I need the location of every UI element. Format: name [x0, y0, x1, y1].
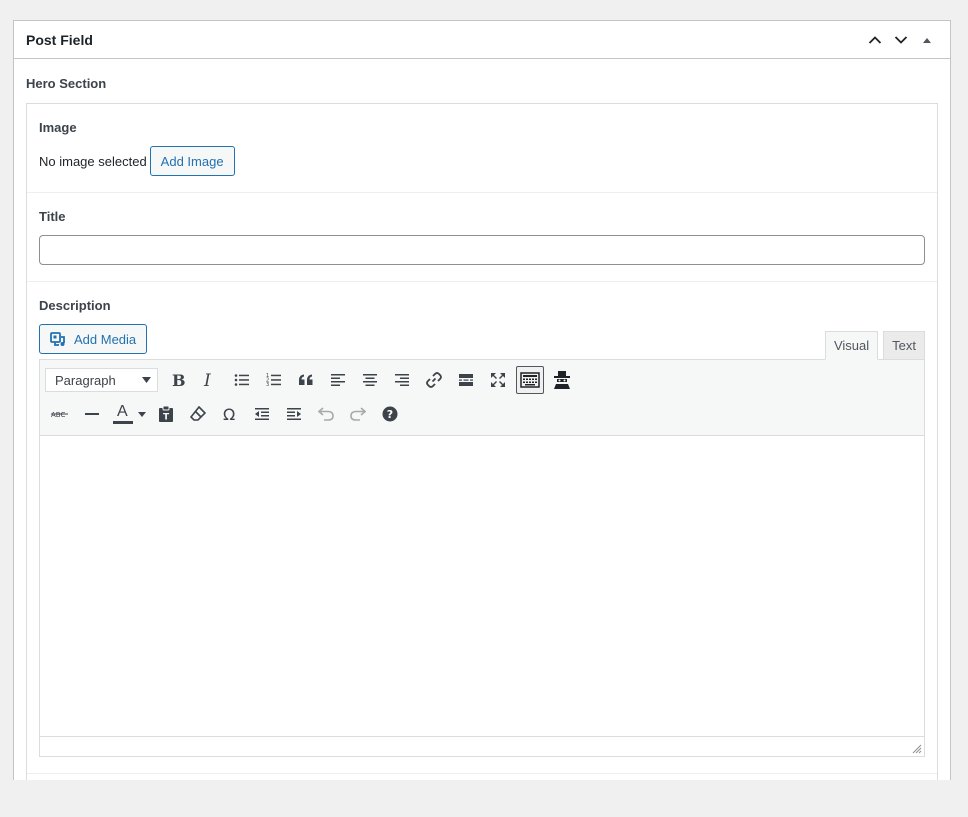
align-right-button[interactable] [388, 366, 416, 394]
fullscreen-button[interactable] [484, 366, 512, 394]
editor-content-area[interactable] [40, 436, 924, 736]
editor-container: Paragraph B I 1 2 3 ABC A T Ω ? [39, 359, 925, 757]
text-color-control[interactable]: A [110, 400, 148, 428]
numbered-list-icon: 123 [266, 373, 281, 387]
italic-icon: I [203, 372, 211, 388]
bold-button[interactable]: B [164, 366, 192, 394]
bullet-list-button[interactable] [228, 366, 256, 394]
toolbar-toggle-button[interactable] [516, 366, 544, 394]
italic-button[interactable]: I [196, 366, 224, 394]
svg-text:B: B [172, 372, 185, 388]
spy-button[interactable] [548, 366, 576, 394]
image-row: No image selected Add Image [39, 146, 925, 176]
postbox: Post Field Hero Section Image No image s… [13, 20, 951, 780]
redo-icon [350, 407, 366, 421]
toggle-panel-button[interactable] [916, 29, 938, 51]
fullscreen-icon [491, 373, 505, 387]
editor-tabs: Visual Text [824, 331, 925, 360]
editor-statusbar [40, 736, 924, 756]
paste-text-button[interactable]: T [152, 400, 180, 428]
bold-icon: B [172, 372, 185, 388]
postbox-title: Post Field [26, 31, 93, 48]
description-field: Description Add Media Visual Text Paragr… [27, 282, 937, 774]
chevron-up-icon [868, 35, 882, 44]
group-label: Hero Section [26, 76, 107, 91]
read-more-button[interactable] [452, 366, 480, 394]
bullet-list-icon [234, 374, 249, 386]
clear-formatting-button[interactable] [184, 400, 212, 428]
svg-text:T: T [163, 413, 170, 423]
image-status: No image selected [39, 153, 147, 169]
align-center-icon [363, 374, 377, 386]
svg-text:3: 3 [266, 382, 269, 387]
format-select[interactable]: Paragraph [45, 368, 158, 392]
numbered-list-button[interactable]: 123 [260, 366, 288, 394]
tab-text[interactable]: Text [883, 331, 925, 360]
indent-button[interactable] [280, 400, 308, 428]
toolbar-toggle-icon [520, 372, 540, 388]
add-image-button[interactable]: Add Image [149, 146, 235, 176]
tab-visual[interactable]: Visual [824, 331, 879, 360]
horizontal-line-icon [85, 413, 99, 415]
help-icon: ? [382, 406, 398, 422]
special-character-icon: Ω [223, 406, 235, 422]
format-select-value: Paragraph [55, 372, 116, 388]
title-input[interactable] [39, 235, 925, 265]
triangle-up-icon [923, 37, 931, 43]
svg-text:ABC: ABC [51, 411, 65, 419]
align-right-icon [395, 374, 409, 386]
title-label: Title [39, 209, 66, 224]
chevron-down-icon [894, 35, 908, 44]
outdent-icon [255, 408, 269, 420]
caret-down-icon [142, 377, 151, 383]
link-button[interactable] [420, 366, 448, 394]
move-up-button[interactable] [864, 29, 886, 51]
add-media-label: Add Media [74, 331, 137, 347]
read-more-icon [459, 374, 473, 386]
image-label: Image [39, 120, 77, 135]
blockquote-icon [299, 374, 313, 385]
text-color-button[interactable]: A [110, 400, 136, 428]
help-button[interactable]: ? [376, 400, 404, 428]
svg-text:?: ? [387, 408, 393, 421]
align-center-button[interactable] [356, 366, 384, 394]
caret-down-icon [138, 411, 146, 417]
indent-icon [287, 408, 301, 420]
svg-text:Ω: Ω [223, 406, 235, 422]
description-label: Description [39, 298, 111, 313]
spy-icon [554, 371, 570, 389]
media-icon [50, 331, 68, 347]
svg-text:I: I [203, 372, 211, 388]
move-down-button[interactable] [890, 29, 912, 51]
toolbar-row-2: ABC A T Ω ? [44, 397, 920, 431]
text-color-dropdown[interactable] [136, 411, 148, 417]
resize-handle-icon[interactable] [912, 744, 922, 754]
toolbar-row-1: Paragraph B I 1 2 3 [44, 363, 920, 397]
outdent-button[interactable] [248, 400, 276, 428]
image-field: Image No image selected Add Image [27, 104, 937, 193]
clear-formatting-icon [190, 406, 206, 421]
add-media-button[interactable]: Add Media [39, 324, 148, 354]
editor-tools: Add Media Visual Text [39, 324, 925, 360]
strikethrough-icon: ABC [51, 411, 68, 419]
blockquote-button[interactable] [292, 366, 320, 394]
align-left-icon [331, 374, 345, 386]
strikethrough-button[interactable]: ABC [46, 400, 74, 428]
text-color-icon: A [113, 403, 133, 425]
hero-section-group: Image No image selected Add Image Title … [26, 103, 938, 780]
horizontal-line-button[interactable] [78, 400, 106, 428]
text-color-letter: A [117, 403, 128, 420]
special-character-button[interactable]: Ω [216, 400, 244, 428]
redo-button[interactable] [344, 400, 372, 428]
editor-toolbar: Paragraph B I 1 2 3 ABC A T Ω ? [40, 360, 924, 436]
handle-actions [864, 29, 938, 51]
title-field: Title [27, 193, 937, 282]
align-left-button[interactable] [324, 366, 352, 394]
undo-button[interactable] [312, 400, 340, 428]
postbox-header: Post Field [14, 21, 950, 59]
paste-text-icon: T [159, 405, 173, 423]
postbox-inside: Hero Section Image No image selected Add… [14, 76, 950, 780]
undo-icon [318, 407, 334, 421]
link-icon [426, 372, 442, 388]
